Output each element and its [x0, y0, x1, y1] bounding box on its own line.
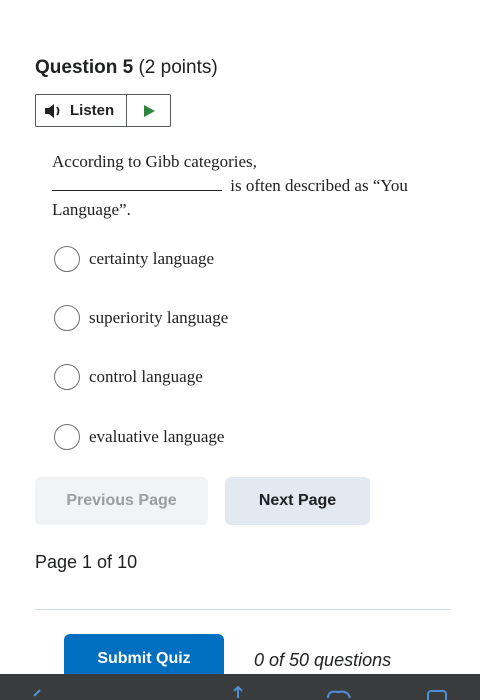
divider	[35, 609, 451, 610]
answer-blank	[52, 176, 222, 191]
radio-button[interactable]	[54, 364, 80, 390]
listen-button[interactable]: Listen	[36, 95, 127, 126]
page-indicator: Page 1 of 10	[35, 552, 138, 572]
bookmarks-icon[interactable]	[326, 688, 352, 700]
option-3[interactable]: control language	[54, 364, 203, 390]
radio-button[interactable]	[54, 424, 80, 450]
share-icon[interactable]	[228, 686, 248, 700]
back-icon[interactable]	[30, 688, 44, 700]
option-label: control language	[89, 367, 203, 386]
previous-page-button[interactable]: Previous Page	[35, 477, 208, 525]
question-count: 0 of 50 questions	[254, 650, 392, 670]
question-number: Question 5	[35, 57, 134, 78]
option-4[interactable]: evaluative language	[54, 424, 224, 450]
tabs-icon[interactable]	[426, 688, 448, 700]
option-label: evaluative language	[89, 427, 225, 446]
option-2[interactable]: superiority language	[54, 305, 228, 331]
listen-label: Listen	[70, 102, 115, 119]
browser-bottom-bar	[0, 674, 480, 700]
option-1[interactable]: certainty language	[54, 246, 214, 272]
next-page-button[interactable]: Next Page	[225, 477, 370, 525]
option-label: certainty language	[89, 249, 215, 268]
radio-button[interactable]	[54, 305, 80, 331]
listen-toolbar: Listen	[35, 94, 171, 127]
radio-button[interactable]	[54, 246, 80, 272]
question-text: According to Gibb categories, is often d…	[52, 150, 437, 222]
play-button[interactable]	[127, 95, 170, 126]
speaker-icon	[45, 103, 60, 118]
play-icon	[143, 104, 155, 117]
question-points: (2 points)	[138, 57, 218, 78]
question-text-before: According to Gibb categories,	[52, 152, 257, 171]
question-title: Question 5 (2 points)	[35, 57, 218, 79]
option-label: superiority language	[89, 308, 229, 327]
